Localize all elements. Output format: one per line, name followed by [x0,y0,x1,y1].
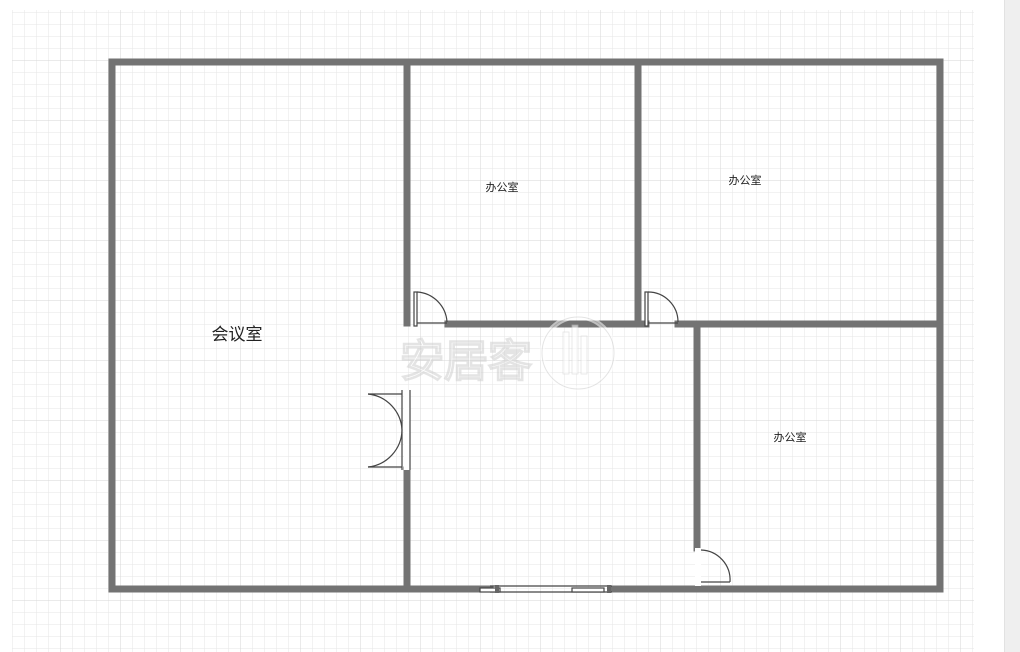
vertical-scrollbar[interactable] [1004,0,1020,652]
room-label-office-top-right: 办公室 [729,173,762,187]
grid-background [12,10,974,652]
watermark-text: 安居客 [400,336,532,387]
room-label-meeting: 会议室 [212,325,263,345]
room-label-office-top-middle: 办公室 [486,180,519,194]
floorplan-svg: 会议室 办公室 办公室 办公室 安居客 [12,10,974,652]
floorplan-viewer: 会议室 办公室 办公室 办公室 安居客 [0,0,1020,652]
room-label-office-bottom-right: 办公室 [774,430,807,444]
drawing-canvas[interactable]: 会议室 办公室 办公室 办公室 安居客 [0,0,1004,652]
